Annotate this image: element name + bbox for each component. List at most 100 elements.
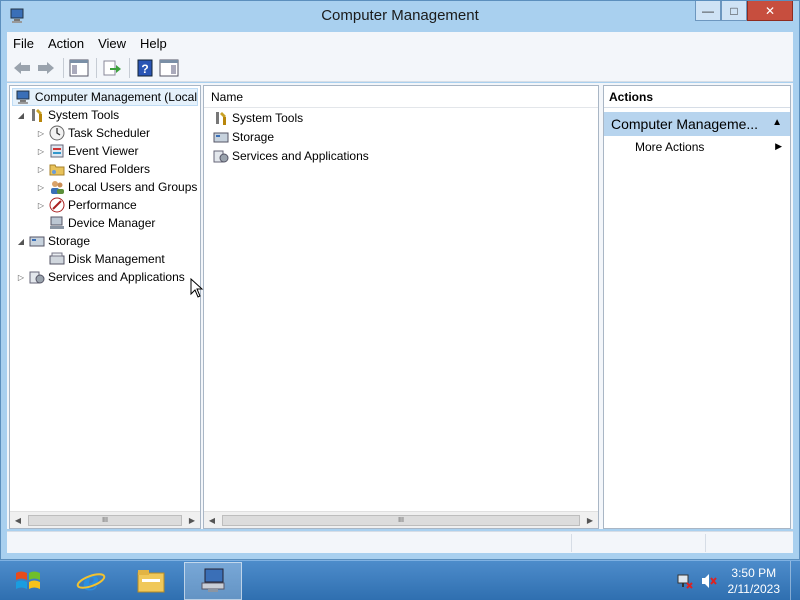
tree-item-performance[interactable]: ▷ Performance — [36, 196, 137, 214]
services-icon — [29, 271, 45, 284]
app-window: Computer Management — □ ✕ File Action Vi… — [0, 0, 800, 560]
list-item[interactable]: Services and Applications — [204, 146, 598, 165]
menu-action[interactable]: Action — [48, 36, 84, 51]
tree-item-root[interactable]: Computer Management (Local — [12, 88, 198, 106]
storage-icon — [213, 132, 229, 142]
expand-arrow-icon[interactable]: ▷ — [16, 273, 26, 282]
toolbar-separator — [129, 57, 130, 78]
tree-item-services-apps[interactable]: ▷ Services and Applications — [16, 268, 185, 286]
list-item-label: System Tools — [232, 110, 304, 125]
expand-arrow-icon[interactable]: ▷ — [36, 183, 46, 192]
show-hide-tree-icon[interactable] — [68, 57, 90, 79]
results-pane[interactable]: Name System Tools Storage Services and A… — [203, 85, 599, 529]
collapse-arrow-icon[interactable]: ◢ — [16, 237, 26, 246]
actions-section-label: Computer Manageme... — [611, 116, 759, 132]
device-manager-icon — [50, 216, 64, 229]
scroll-grip: III — [102, 516, 108, 524]
system-tools-icon — [216, 111, 226, 125]
list-item[interactable]: System Tools — [204, 108, 598, 127]
show-desktop-button[interactable] — [790, 561, 796, 600]
tree-item-label: Computer Management (Local — [34, 90, 197, 104]
svg-text:e: e — [83, 567, 100, 596]
scroll-grip: III — [398, 516, 404, 524]
actions-header: Actions — [604, 86, 790, 108]
expand-arrow-icon[interactable]: ▷ — [36, 165, 46, 174]
close-button[interactable]: ✕ — [747, 1, 793, 21]
tree-item-disk-management[interactable]: Disk Management — [46, 250, 165, 268]
tree-item-label: Disk Management — [68, 252, 165, 266]
expand-arrow-icon[interactable]: ▷ — [36, 129, 46, 138]
start-button[interactable] — [0, 562, 56, 600]
system-tools-icon — [32, 109, 42, 122]
tree-item-local-users[interactable]: ▷ Local Users and Groups — [36, 178, 197, 196]
taskbar-computer-management[interactable] — [184, 562, 242, 600]
menu-view[interactable]: View — [98, 36, 126, 51]
scroll-thumb[interactable]: III — [222, 514, 580, 526]
export-icon[interactable] — [101, 57, 123, 79]
local-users-icon — [51, 181, 64, 194]
expand-arrow-icon[interactable]: ▷ — [36, 201, 46, 210]
task-scheduler-icon — [49, 125, 65, 141]
action-pane-icon[interactable] — [158, 57, 180, 79]
services-icon — [213, 150, 229, 162]
tree-item-device-manager[interactable]: Device Manager — [46, 214, 155, 232]
scroll-left-icon[interactable]: ◀ — [10, 516, 26, 525]
toolbar-separator — [63, 57, 64, 78]
network-icon[interactable] — [676, 572, 694, 590]
forward-icon[interactable] — [35, 57, 57, 79]
tree-item-event-viewer[interactable]: ▷ Event Viewer — [36, 142, 139, 160]
list-item[interactable]: Storage — [204, 127, 598, 146]
collapse-arrow-icon[interactable]: ◢ — [16, 111, 26, 120]
scroll-right-icon[interactable]: ▶ — [582, 516, 598, 525]
more-actions-item[interactable]: More Actions ▶ — [604, 136, 790, 158]
system-tray: 3:50 PM 2/11/2023 — [676, 561, 797, 600]
tree-item-shared-folders[interactable]: ▷ Shared Folders — [36, 160, 150, 178]
collapse-up-icon[interactable]: ▲ — [772, 117, 782, 128]
window-title: Computer Management — [321, 7, 479, 24]
console-tree[interactable]: Computer Management (Local ◢ System Tool… — [9, 85, 201, 529]
scroll-thumb[interactable]: III — [28, 514, 182, 526]
tree-item-label: Shared Folders — [68, 162, 151, 176]
taskbar-clock[interactable]: 3:50 PM 2/11/2023 — [728, 565, 781, 597]
menu-help[interactable]: Help — [140, 36, 167, 51]
ie-icon: e — [76, 567, 106, 596]
storage-icon — [29, 236, 45, 247]
computer-management-icon — [16, 90, 30, 104]
tree-item-label: Local Users and Groups — [68, 180, 198, 194]
clock-date: 2/11/2023 — [727, 582, 781, 596]
status-divider — [571, 534, 572, 552]
maximize-button[interactable]: □ — [721, 1, 747, 21]
column-header-name[interactable]: Name — [204, 86, 598, 108]
tree-item-label: Event Viewer — [68, 144, 139, 158]
title-bar[interactable]: Computer Management — □ ✕ — [1, 1, 799, 31]
tree-item-label: Performance — [68, 198, 137, 212]
minimize-button[interactable]: — — [695, 1, 721, 21]
disk-management-icon — [49, 252, 65, 265]
submenu-arrow-icon: ▶ — [775, 141, 782, 151]
file-explorer-icon — [137, 570, 165, 593]
actions-section-computer-management[interactable]: Computer Manageme... ▲ — [604, 112, 790, 136]
status-bar — [7, 531, 793, 553]
expand-arrow-icon[interactable]: ▷ — [36, 147, 46, 156]
mouse-cursor-icon — [190, 278, 204, 298]
windows-start-icon — [16, 571, 40, 589]
tree-item-system-tools[interactable]: ◢ System Tools — [16, 106, 119, 124]
menu-file[interactable]: File — [13, 36, 34, 51]
help-icon[interactable]: ? — [134, 57, 156, 79]
tree-item-task-scheduler[interactable]: ▷ Task Scheduler — [36, 124, 150, 142]
results-horizontal-scrollbar[interactable]: ◀ III ▶ — [204, 511, 598, 528]
tree-item-label: Storage — [48, 234, 91, 248]
tree-item-label: Device Manager — [68, 216, 156, 230]
menu-bar: File Action View Help — [7, 32, 793, 54]
tree-item-storage[interactable]: ◢ Storage — [16, 232, 90, 250]
event-viewer-icon — [50, 144, 64, 158]
back-icon[interactable] — [11, 57, 33, 79]
speaker-muted-icon[interactable] — [700, 572, 718, 590]
taskbar-internet-explorer[interactable]: e — [62, 562, 120, 600]
scroll-left-icon[interactable]: ◀ — [204, 516, 220, 525]
actions-pane: Actions Computer Manageme... ▲ More Acti… — [603, 85, 791, 529]
list-item-label: Services and Applications — [232, 148, 369, 163]
tree-horizontal-scrollbar[interactable]: ◀ III ▶ — [10, 511, 200, 528]
taskbar-file-explorer[interactable] — [122, 562, 180, 600]
scroll-right-icon[interactable]: ▶ — [184, 516, 200, 525]
